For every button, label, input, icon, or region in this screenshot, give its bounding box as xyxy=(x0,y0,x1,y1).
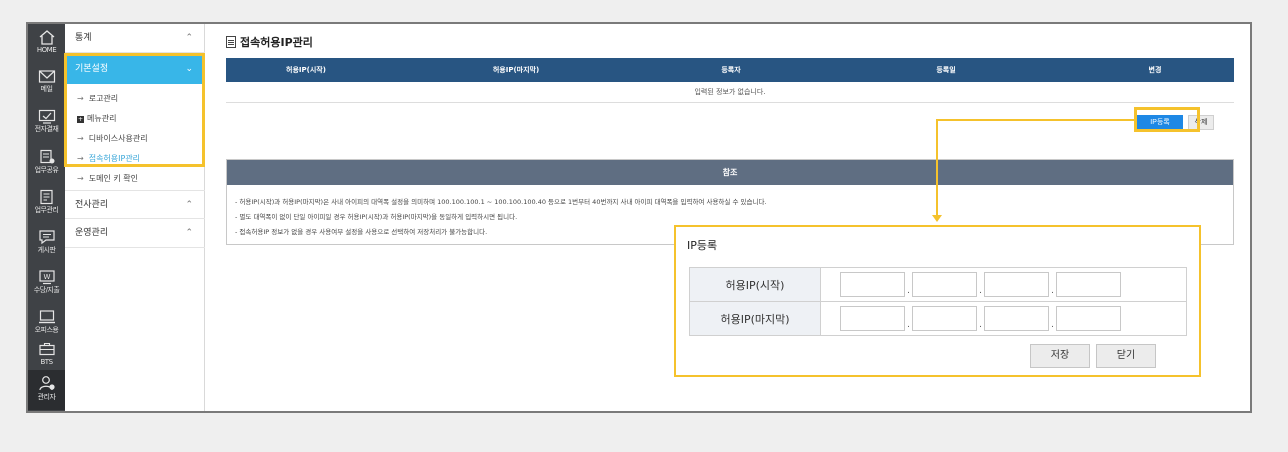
rail-share[interactable]: 업무공유 xyxy=(28,144,65,184)
start-ip-octet-3[interactable] xyxy=(984,272,1049,297)
home-icon xyxy=(39,30,54,45)
chevron-up-icon: ⌃ xyxy=(185,200,193,210)
chevron-up-icon: ⌃ xyxy=(185,33,193,43)
end-ip-octet-4[interactable] xyxy=(1056,306,1121,331)
reference-line: - 접속허용IP 정보가 없을 경우 사용여부 설정을 사용으로 선택하여 저장… xyxy=(235,228,488,236)
menu-domain-key[interactable]: → 도메인 키 확인 xyxy=(77,173,138,184)
rail-task[interactable]: 업무관리 xyxy=(28,184,65,224)
rail-board[interactable]: 게시판 xyxy=(28,224,65,264)
rail-mail[interactable]: 메일 xyxy=(28,64,65,104)
board-icon xyxy=(38,230,55,245)
svg-text:W: W xyxy=(43,273,50,281)
start-ip-octet-2[interactable] xyxy=(912,272,977,297)
ip-separator: . xyxy=(907,285,910,296)
menu-company[interactable]: 전사관리 ⌃ xyxy=(65,190,205,219)
col-reg-date: 등록일 xyxy=(816,58,1076,82)
menu-operations-label: 운영관리 xyxy=(75,228,109,238)
table-row: 입력된 정보가 없습니다. xyxy=(226,82,1234,103)
ip-separator: . xyxy=(1051,319,1054,330)
start-ip-octet-1[interactable] xyxy=(840,272,905,297)
start-ip-fields: ... xyxy=(820,267,1187,302)
rail-admin[interactable]: 관리자 xyxy=(28,370,65,410)
arrow-right-icon: → xyxy=(77,174,84,183)
menu-operations[interactable]: 운영관리 ⌃ xyxy=(65,219,205,248)
menu-stats-label: 통계 xyxy=(75,33,92,43)
rail-approval[interactable]: 전자결재 xyxy=(28,104,65,144)
briefcase-icon xyxy=(38,342,55,356)
close-button[interactable]: 닫기 xyxy=(1096,344,1156,368)
table-header-row: 허용IP(시작) 허용IP(마지막) 등록자 등록일 변경 xyxy=(226,58,1234,82)
reference-title: 참조 xyxy=(227,160,1233,185)
callout-arrow-icon xyxy=(932,215,942,222)
mail-icon xyxy=(38,70,55,83)
monitor-icon xyxy=(38,310,55,324)
task-doc-icon xyxy=(39,189,53,205)
end-ip-octet-1[interactable] xyxy=(840,306,905,331)
ip-table: 허용IP(시작) 허용IP(마지막) 등록자 등록일 변경 입력된 정보가 없습… xyxy=(226,58,1234,103)
end-ip-octet-3[interactable] xyxy=(984,306,1049,331)
start-ip-label: 허용IP(시작) xyxy=(689,267,821,302)
popup-title: IP등록 xyxy=(687,239,718,252)
save-button[interactable]: 저장 xyxy=(1030,344,1090,368)
ip-separator: . xyxy=(1051,285,1054,296)
end-ip-octet-2[interactable] xyxy=(912,306,977,331)
ip-separator: . xyxy=(979,285,982,296)
callout-line-horizontal xyxy=(936,119,1134,121)
icon-rail: HOME 메일 전자결재 업무공유 업무관리 게시판 W 수당/지출 오피스용 xyxy=(28,24,65,411)
end-ip-row: 허용IP(마지막) ... xyxy=(689,301,1187,336)
ip-form: 허용IP(시작) ... 허용IP(마지막) ... xyxy=(689,267,1187,336)
col-change: 변경 xyxy=(1076,58,1234,82)
share-doc-icon xyxy=(39,149,54,164)
empty-message: 입력된 정보가 없습니다. xyxy=(226,82,1234,103)
col-end-ip: 허용IP(마지막) xyxy=(386,58,646,82)
highlight-basic-settings xyxy=(64,53,205,167)
ip-separator: . xyxy=(979,319,982,330)
col-registrant: 등록자 xyxy=(646,58,816,82)
highlight-ip-register xyxy=(1134,107,1200,132)
ip-register-popup: IP등록 허용IP(시작) ... 허용IP(마지막) ... 저장 닫기 xyxy=(674,225,1201,377)
col-start-ip: 허용IP(시작) xyxy=(226,58,386,82)
menu-company-label: 전사관리 xyxy=(75,200,109,210)
reference-line: - 별도 대역폭이 없이 단일 아이피일 경우 허용IP(시작)과 허용IP(마… xyxy=(235,213,518,221)
admin-icon xyxy=(38,376,55,391)
document-icon xyxy=(226,36,236,48)
approval-icon xyxy=(38,109,55,124)
chevron-up-icon: ⌃ xyxy=(185,228,193,238)
callout-line-vertical xyxy=(936,119,938,216)
reference-line: - 허용IP(시작)과 허용IP(마지막)은 사내 아이피의 대역폭 설정을 의… xyxy=(235,198,767,206)
rail-home[interactable]: HOME xyxy=(28,24,65,64)
start-ip-octet-4[interactable] xyxy=(1056,272,1121,297)
ip-separator: . xyxy=(907,319,910,330)
start-ip-row: 허용IP(시작) ... xyxy=(689,267,1187,302)
menu-stats[interactable]: 통계 ⌃ xyxy=(65,24,205,53)
rail-allowance[interactable]: W 수당/지출 xyxy=(28,264,65,304)
page-title: 접속허용IP관리 xyxy=(226,34,313,50)
end-ip-fields: ... xyxy=(820,301,1187,336)
wallet-icon: W xyxy=(38,270,55,285)
end-ip-label: 허용IP(마지막) xyxy=(689,301,821,336)
